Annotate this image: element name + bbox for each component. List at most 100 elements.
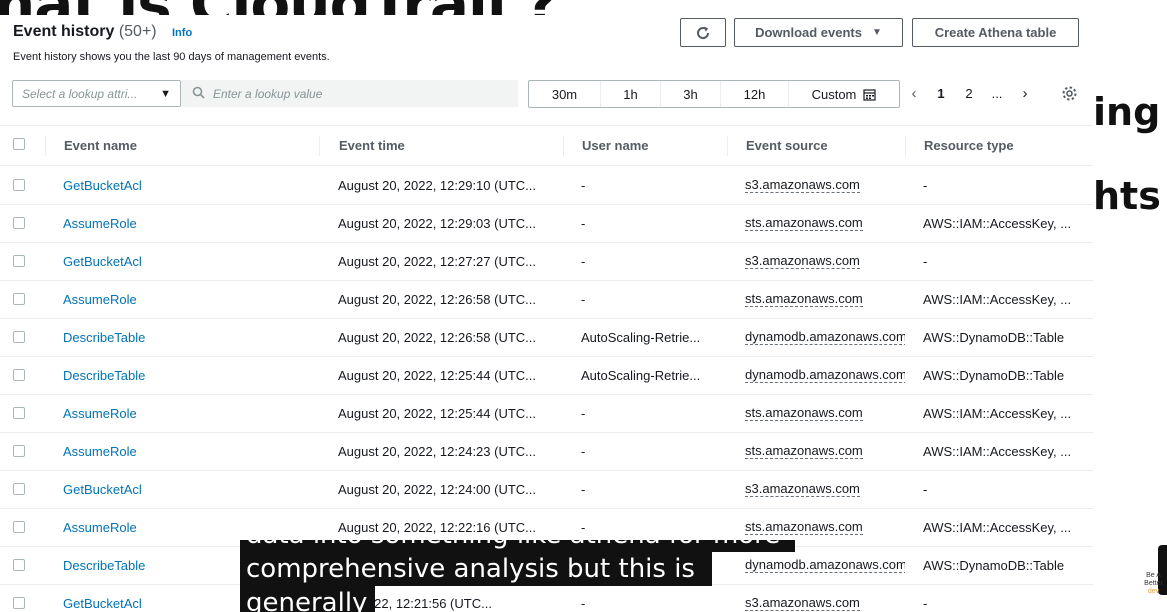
user-name: -	[581, 596, 586, 611]
resource-type: -	[923, 178, 928, 193]
event-source[interactable]: sts.amazonaws.com	[745, 205, 905, 242]
resource-type: AWS::IAM::AccessKey, ...	[923, 444, 1072, 459]
event-source-text: dynamodb.amazonaws.com	[745, 329, 905, 345]
event-source[interactable]: s3.amazonaws.com	[745, 243, 905, 280]
row-checkbox[interactable]	[13, 597, 25, 609]
select-all-checkbox[interactable]	[13, 138, 25, 150]
column-event-time[interactable]: Event time	[339, 126, 405, 165]
table-row[interactable]: AssumeRole August 20, 2022, 12:25:44 (UTC…	[0, 395, 1093, 433]
user-name: -	[581, 292, 586, 307]
event-name-link[interactable]: AssumeRole	[63, 281, 313, 318]
column-event-source[interactable]: Event source	[746, 126, 828, 165]
table-row[interactable]: GetBucketAcl August 20, 2022, 12:29:10 (U…	[0, 167, 1093, 205]
event-name-link[interactable]: GetBucketAcl	[63, 471, 313, 508]
info-link[interactable]: Info	[172, 27, 192, 39]
event-source-text: dynamodb.amazonaws.com	[745, 557, 905, 573]
time-range-selector: 30m 1h 3h 12h Custom	[528, 80, 900, 108]
event-source[interactable]: s3.amazonaws.com	[745, 167, 905, 204]
user-name: AutoScaling-Retrie...	[581, 368, 701, 383]
page-description: Event history shows you the last 90 days…	[13, 51, 330, 63]
table-row[interactable]: DescribeTable August 20, 2022, 12:25:44 (…	[0, 357, 1093, 395]
table-row[interactable]: GetBucketAcl August 20, 2022, 12:27:27 (U…	[0, 243, 1093, 281]
event-source-text: sts.amazonaws.com	[745, 519, 863, 535]
user-name: -	[581, 178, 586, 193]
event-source[interactable]: sts.amazonaws.com	[745, 433, 905, 470]
page-title: Event history (50+)	[13, 23, 157, 41]
next-page-icon[interactable]: ›	[1016, 81, 1034, 105]
row-checkbox[interactable]	[13, 521, 25, 533]
column-user-name[interactable]: User name	[582, 126, 648, 165]
settings-gear-icon[interactable]	[1058, 81, 1080, 105]
page-2[interactable]: 2	[961, 81, 977, 105]
resource-type: AWS::IAM::AccessKey, ...	[923, 292, 1072, 307]
page-title-text: Event history	[13, 23, 115, 40]
event-source-text: s3.amazonaws.com	[745, 177, 860, 193]
event-source[interactable]: dynamodb.amazonaws.com	[745, 319, 905, 356]
range-30m[interactable]: 30m	[529, 81, 601, 107]
event-source[interactable]: dynamodb.amazonaws.com	[745, 357, 905, 394]
table-row[interactable]: GetBucketAcl August 20, 2022, 12:24:00 (U…	[0, 471, 1093, 509]
event-source[interactable]: dynamodb.amazonaws.com	[745, 547, 905, 584]
row-checkbox[interactable]	[13, 179, 25, 191]
caret-down-icon: ▼	[160, 87, 171, 100]
event-time: August 20, 2022, 12:29:10 (UTC...	[338, 178, 537, 193]
range-3h[interactable]: 3h	[661, 81, 721, 107]
range-12h[interactable]: 12h	[721, 81, 789, 107]
user-name: -	[581, 216, 586, 231]
event-source[interactable]: s3.amazonaws.com	[745, 471, 905, 508]
download-events-button[interactable]: Download events ▼	[734, 18, 903, 47]
table-row[interactable]: AssumeRole August 20, 2022, 12:26:58 (UTC…	[0, 281, 1093, 319]
subtitle-line-1: data into something like athena for more	[240, 540, 795, 552]
page-ellipsis: ...	[991, 85, 1003, 101]
column-resource-type[interactable]: Resource type	[924, 126, 1014, 165]
refresh-button[interactable]	[680, 18, 726, 47]
event-name-link[interactable]: GetBucketAcl	[63, 243, 313, 280]
page-1[interactable]: 1	[933, 81, 949, 105]
table-row[interactable]: AssumeRole August 20, 2022, 12:29:03 (UTC…	[0, 205, 1093, 243]
event-time: August 20, 2022, 12:25:44 (UTC...	[338, 406, 537, 421]
user-name: -	[581, 444, 586, 459]
search-icon	[192, 86, 205, 102]
row-checkbox[interactable]	[13, 331, 25, 343]
calendar-icon	[863, 88, 876, 101]
event-source[interactable]: s3.amazonaws.com	[745, 585, 905, 612]
row-checkbox[interactable]	[13, 559, 25, 571]
event-source[interactable]: sts.amazonaws.com	[745, 281, 905, 318]
row-checkbox[interactable]	[13, 445, 25, 457]
table-row[interactable]: GetBucketAcl 20, 2022, 12:21:56 (UTC... - s…	[0, 585, 1093, 612]
resource-type: AWS::DynamoDB::Table	[923, 330, 1065, 345]
event-source-text: dynamodb.amazonaws.com	[745, 367, 905, 383]
range-custom[interactable]: Custom	[789, 81, 899, 107]
table-row[interactable]: AssumeRole August 20, 2022, 12:24:23 (UTC…	[0, 433, 1093, 471]
row-checkbox[interactable]	[13, 369, 25, 381]
resource-type: -	[923, 596, 928, 611]
create-athena-table-button[interactable]: Create Athena table	[912, 18, 1079, 47]
event-name-link[interactable]: AssumeRole	[63, 395, 313, 432]
resource-type: -	[923, 254, 928, 269]
lookup-value-input[interactable]: Enter a lookup value	[181, 80, 518, 107]
event-name-link[interactable]: DescribeTable	[63, 357, 313, 394]
event-name-link[interactable]: GetBucketAcl	[63, 167, 313, 204]
table-row[interactable]: DescribeTable August 20, 2022, 12:26:58 (…	[0, 319, 1093, 357]
event-time: August 20, 2022, 12:26:58 (UTC...	[338, 292, 537, 307]
event-source[interactable]: sts.amazonaws.com	[745, 395, 905, 432]
lookup-attribute-select[interactable]: Select a lookup attri... ▼	[12, 80, 181, 107]
slide-word-2: hts	[1093, 174, 1161, 218]
row-checkbox[interactable]	[13, 217, 25, 229]
refresh-icon	[697, 26, 710, 39]
event-source-text: sts.amazonaws.com	[745, 443, 863, 459]
column-divider	[727, 136, 728, 156]
range-1h[interactable]: 1h	[601, 81, 661, 107]
event-name-link[interactable]: AssumeRole	[63, 205, 313, 242]
event-name-link[interactable]: AssumeRole	[63, 433, 313, 470]
event-time: August 20, 2022, 12:26:58 (UTC...	[338, 330, 537, 345]
previous-page-icon[interactable]: ‹	[905, 81, 923, 105]
logo-line-3: dev	[1147, 588, 1160, 595]
column-event-name[interactable]: Event name	[64, 126, 137, 165]
column-divider	[905, 136, 906, 156]
row-checkbox[interactable]	[13, 483, 25, 495]
row-checkbox[interactable]	[13, 293, 25, 305]
row-checkbox[interactable]	[13, 407, 25, 419]
row-checkbox[interactable]	[13, 255, 25, 267]
event-name-link[interactable]: DescribeTable	[63, 319, 313, 356]
